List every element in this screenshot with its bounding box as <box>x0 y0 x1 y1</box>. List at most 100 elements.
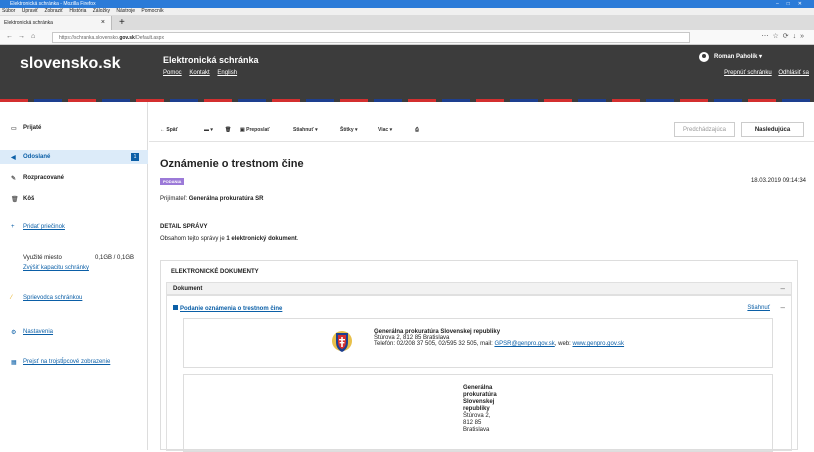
navigation-bar: ← → ⌂ https://schranka.slovensko.gov.sk/… <box>0 30 814 45</box>
logout-link[interactable]: Odhlásiť sa <box>778 70 809 76</box>
message-tag[interactable]: PODANIA <box>160 178 185 185</box>
guide-label: Sprievodca schránkou <box>23 295 83 301</box>
gear-icon: ⚙ <box>11 330 17 336</box>
three-column-label: Prejsť na trojstĺpcové zobrazenie <box>23 359 111 365</box>
english-link[interactable]: English <box>217 70 237 76</box>
download-label: Stiahnuť <box>293 127 314 133</box>
browser-menu-bar: Súbor Upraviť Zobraziť História Záložky … <box>0 8 814 15</box>
url-path: /Default.aspx <box>134 35 164 41</box>
add-folder-label: Pridať priečinok <box>23 224 65 230</box>
collapse-icon[interactable]: – <box>781 284 785 293</box>
menu-bookmarks[interactable]: Záložky <box>93 8 110 14</box>
plus-icon: + <box>11 224 15 230</box>
document-row: Podanie oznámenia o trestnom čine Stiahn… <box>166 295 792 452</box>
sidebar-item-label: Rozpracované <box>23 175 65 181</box>
sidebar-item-inbox[interactable]: ▭ Prijaté <box>11 125 42 132</box>
usage-value: 0,1GB / 0,1GB <box>95 255 135 261</box>
url-bar[interactable]: https://schranka.slovensko.gov.sk/Defaul… <box>52 32 690 43</box>
delete-button[interactable]: 🗑 <box>225 127 231 133</box>
app-title: Elektronická schránka <box>163 55 259 65</box>
org2-line: prokuratúra <box>463 392 497 398</box>
menu-file[interactable]: Súbor <box>2 8 15 14</box>
sidebar-item-sent[interactable]: ◀ Odoslané <box>11 154 50 161</box>
forward-label: Preposlať <box>246 127 270 133</box>
three-column-link[interactable]: ▦ Prejsť na trojstĺpcové zobrazenie <box>11 359 111 366</box>
home-icon[interactable]: ⌂ <box>31 33 35 40</box>
org2-address-line: Bratislava <box>463 427 490 433</box>
org2-line: Slovenskej <box>463 399 495 405</box>
sent-count-badge: 1 <box>131 153 139 161</box>
document-link[interactable]: Podanie oznámenia o trestnom čine <box>173 305 282 312</box>
guide-link[interactable]: ⁄ Sprievodca schránkou <box>11 295 83 301</box>
forward-arrow-icon[interactable]: → <box>18 33 25 40</box>
back-button[interactable]: ← Späť <box>160 127 178 133</box>
sidebar-item-label: Prijaté <box>23 125 42 131</box>
settings-link[interactable]: ⚙ Nastavenia <box>11 329 54 336</box>
settings-label: Nastavenia <box>23 329 54 335</box>
documents-panel: ELEKTRONICKÉ DOKUMENTY Dokument – Podani… <box>160 260 798 452</box>
tab-bar: Elektronická schránka × + <box>0 15 814 30</box>
url-domain: gov.sk <box>119 35 135 41</box>
browser-tab[interactable]: Elektronická schránka × <box>0 16 112 30</box>
recipient-label: Prijímateľ: <box>160 196 188 202</box>
avatar-icon[interactable] <box>699 52 709 62</box>
detail-heading: DETAIL SPRÁVY <box>160 224 208 230</box>
sidebar-item-trash[interactable]: 🗑 Kôš <box>11 196 34 203</box>
recipient-name: Generálna prokuratúra SR <box>188 196 264 202</box>
message-detail: ← Späť ▬ ▾ 🗑 ▣ Preposlať Stiahnuť ▾ Štít… <box>149 102 814 452</box>
menu-view[interactable]: Zobraziť <box>44 8 63 14</box>
menu-edit[interactable]: Upraviť <box>22 8 38 14</box>
window-title: Elektronická schránka - Mozilla Firefox <box>10 1 96 7</box>
back-arrow-icon[interactable]: ← <box>6 33 13 40</box>
documents-heading: ELEKTRONICKÉ DOKUMENTY <box>171 269 259 275</box>
trash-icon: 🗑 <box>225 127 232 133</box>
org2-line: Generálna <box>463 385 493 391</box>
org2-address-line: 812 85 <box>463 420 482 426</box>
sidebar-item-drafts[interactable]: ✎ Rozpracované <box>11 175 65 182</box>
organization-email[interactable]: GPSR@genpro.gov.sk <box>494 341 554 347</box>
new-tab-icon[interactable]: + <box>119 16 125 29</box>
document-icon <box>173 305 178 310</box>
send-icon: ◀ <box>11 155 16 161</box>
more-dropdown[interactable]: Viac ▾ <box>378 127 392 133</box>
message-title: Oznámenie o trestnom čine <box>160 158 304 170</box>
contact-link[interactable]: Kontakt <box>189 70 209 76</box>
tags-dropdown[interactable]: Štítky ▾ <box>340 127 358 133</box>
next-button[interactable]: Nasledujúca <box>741 122 804 137</box>
organization-web[interactable]: www.genpro.gov.sk <box>572 341 624 347</box>
forward-button[interactable]: ▣ Preposlať <box>240 127 270 133</box>
window-controls[interactable]: –□✕ <box>776 0 810 8</box>
download-dropdown[interactable]: Stiahnuť ▾ <box>293 127 318 133</box>
site-logo[interactable]: slovensko.sk <box>20 55 121 73</box>
forward-icon: ▣ <box>240 127 245 133</box>
download-link[interactable]: Stiahnuť <box>747 305 770 311</box>
site-header: slovensko.sk Elektronická schránka Pomoc… <box>0 45 814 102</box>
close-tab-icon[interactable]: × <box>101 16 105 30</box>
document-name: Podanie oznámenia o trestnom čine <box>180 306 283 312</box>
user-menu[interactable]: Roman Paholík ▾ <box>714 53 762 60</box>
url-host: https://schranka.slovensko. <box>59 35 120 41</box>
folder-icon: ▬ <box>204 127 209 133</box>
increase-capacity-link[interactable]: Zvýšiť kapacitu schránky <box>23 265 89 271</box>
user-name: Roman Paholík <box>714 54 758 60</box>
menu-help[interactable]: Pomocník <box>141 8 163 14</box>
menu-tools[interactable]: Nástroje <box>116 8 135 14</box>
toolbar-icons[interactable]: ⋯☆⟳↓» <box>761 32 808 40</box>
coat-of-arms-icon <box>332 331 352 352</box>
help-link[interactable]: Pomoc <box>163 70 182 76</box>
menu-history[interactable]: História <box>69 8 86 14</box>
add-folder-link[interactable]: + Pridať priečinok <box>11 224 65 230</box>
sidebar: ▭ Prijaté 1 ◀ Odoslané ✎ Rozpracované 🗑 … <box>0 102 148 450</box>
more-label: Viac <box>378 127 389 133</box>
switch-box-link[interactable]: Prepnúť schránku <box>724 70 772 76</box>
collapse-icon[interactable]: – <box>781 303 785 312</box>
print-icon[interactable]: ⎙ <box>415 127 419 133</box>
tags-label: Štítky <box>340 127 354 133</box>
organization-info: Generálna prokuratúra Slovenskej republi… <box>374 329 624 347</box>
inbox-icon: ▭ <box>11 126 17 132</box>
previous-button[interactable]: Predchádzajúca <box>674 122 735 137</box>
organization-contact-mid: , web: <box>554 341 573 347</box>
documents-table-header: Dokument – <box>166 282 792 295</box>
recipient-address-block: Generálna prokuratúra Slovenskej republi… <box>463 385 513 434</box>
folder-move-button[interactable]: ▬ ▾ <box>204 127 213 133</box>
